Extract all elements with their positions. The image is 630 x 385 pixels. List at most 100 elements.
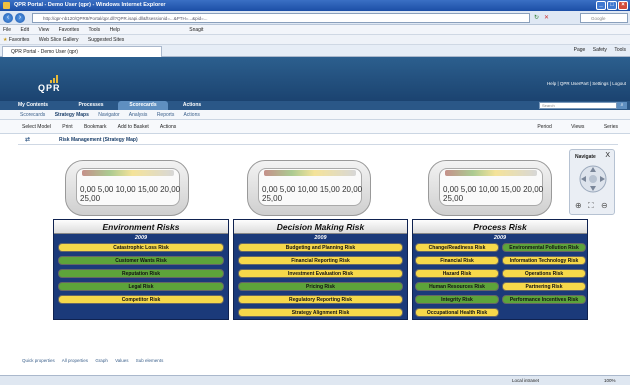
panel-year: 2009 <box>134 235 148 241</box>
window-titlebar: QPR Portal - Demo User (qpr) - Windows I… <box>0 0 630 11</box>
tab-values[interactable]: Values <box>115 358 128 363</box>
browser-tab-bar: QPR Portal - Demo User (qpr) Page Safety… <box>0 45 630 57</box>
back-button[interactable]: ‹ <box>3 13 13 23</box>
app-header: QPR Help | QPR UserPart | Settings | Log… <box>0 57 630 101</box>
risk-change-readiness[interactable]: Change/Readiness Risk <box>415 243 499 252</box>
risk-budgeting-planning[interactable]: Budgeting and Planning Risk <box>238 243 403 252</box>
favorites-bar: ★ Favorites Web Slice Gallery Suggested … <box>0 35 630 45</box>
refresh-icon[interactable]: ↻ <box>534 14 539 21</box>
risk-regulatory-reporting[interactable]: Regulatory Reporting Risk <box>238 295 403 304</box>
gauge-scale <box>82 170 174 176</box>
navigate-close-icon[interactable]: X <box>605 152 610 159</box>
menu-view[interactable]: View <box>38 27 49 33</box>
gauge-labels: 0,00 5,00 10,00 15,00 20,00 25,00 <box>443 185 544 203</box>
risk-information-technology[interactable]: Information Technology Risk <box>502 256 586 265</box>
search-input[interactable]: Google <box>580 13 628 23</box>
top-links[interactable]: Help | QPR UserPart | Settings | Logout <box>547 81 626 86</box>
tab-graph[interactable]: Graph <box>95 358 108 363</box>
subnav-actions[interactable]: Actions <box>183 112 199 118</box>
risk-legal[interactable]: Legal Risk <box>58 282 224 291</box>
navigate-title: Navigate <box>575 154 596 160</box>
favorites-button[interactable]: Favorites <box>9 37 30 43</box>
risk-hazard[interactable]: Hazard Risk <box>415 269 499 278</box>
menu-tools[interactable]: Tools <box>88 27 100 33</box>
app-search-icon[interactable]: ⌕ <box>617 102 627 109</box>
fit-icon[interactable]: ⛶ <box>588 201 594 211</box>
zoom-level[interactable]: 100% <box>604 378 616 383</box>
cmd-page[interactable]: Page <box>574 47 586 53</box>
tab-quick-properties[interactable]: Quick properties <box>22 358 55 363</box>
add-to-basket-button[interactable]: Add to Basket <box>118 124 149 130</box>
risk-pricing[interactable]: Pricing Risk <box>238 282 403 291</box>
pan-control-icon[interactable] <box>578 164 608 194</box>
risk-catastrophic-loss[interactable]: Catastrophic Loss Risk <box>58 243 224 252</box>
menu-help[interactable]: Help <box>110 27 120 33</box>
risk-reputation[interactable]: Reputation Risk <box>58 269 224 278</box>
logo-bars-icon <box>50 75 58 83</box>
main-nav: My Contents Processes Scorecards Actions… <box>0 101 630 110</box>
breadcrumb: ⇄ Risk Management (Strategy Map) <box>18 136 618 145</box>
menu-favorites[interactable]: Favorites <box>59 27 80 33</box>
gauge-decision: 0,00 5,00 10,00 15,00 20,00 25,00 <box>247 160 371 216</box>
panel-title: Decision Making Risk <box>234 220 407 234</box>
menu-bar: File Edit View Favorites Tools Help Snag… <box>0 25 630 35</box>
tab-processes[interactable]: Processes <box>66 101 116 110</box>
subnav-analysis[interactable]: Analysis <box>129 112 148 118</box>
subnav-reports[interactable]: Reports <box>157 112 175 118</box>
gauge-scale <box>264 170 356 176</box>
series-button[interactable]: Series <box>604 124 618 130</box>
snagit-button[interactable]: Snagit <box>189 27 203 33</box>
menu-file[interactable]: File <box>3 27 11 33</box>
subnav-scorecards[interactable]: Scorecards <box>20 112 45 118</box>
menu-edit[interactable]: Edit <box>20 27 29 33</box>
window-title: QPR Portal - Demo User (qpr) - Windows I… <box>14 2 166 8</box>
risk-competitor[interactable]: Competitor Risk <box>58 295 224 304</box>
tab-sub-elements[interactable]: Sub elements <box>136 358 164 363</box>
fav-suggested-sites[interactable]: Suggested Sites <box>88 37 124 43</box>
risk-customer-wants[interactable]: Customer Wants Risk <box>58 256 224 265</box>
stop-icon[interactable]: ✕ <box>544 14 549 21</box>
risk-integrity[interactable]: Integrity Risk <box>415 295 499 304</box>
risk-partnering[interactable]: Partnering Risk <box>502 282 586 291</box>
app-search-input[interactable]: Search <box>539 102 617 109</box>
navigate-panel: Navigate X ⊕ ⛶ ⊖ <box>569 149 615 215</box>
cmd-safety[interactable]: Safety <box>593 47 607 53</box>
page-title: Risk Management (Strategy Map) <box>59 137 138 143</box>
close-button[interactable]: × <box>618 1 628 10</box>
panel-year: 2009 <box>493 235 507 241</box>
switch-icon[interactable]: ⇄ <box>25 136 30 143</box>
risk-financial-reporting[interactable]: Financial Reporting Risk <box>238 256 403 265</box>
subnav-navigator[interactable]: Navigator <box>98 112 119 118</box>
tab-scorecards[interactable]: Scorecards <box>118 101 168 110</box>
url-input[interactable]: http://qpr-nb120/QPR8/Portal/qpr.dll?QPR… <box>32 13 530 23</box>
tab-my-contents[interactable]: My Contents <box>6 101 60 110</box>
risk-financial[interactable]: Financial Risk <box>415 256 499 265</box>
app-logo: QPR <box>38 83 61 93</box>
risk-performance-incentives[interactable]: Performance Incentives Risk <box>502 295 586 304</box>
select-model-button[interactable]: Select Model <box>22 124 51 130</box>
risk-operations[interactable]: Operations Risk <box>502 269 586 278</box>
tab-actions[interactable]: Actions <box>170 101 214 110</box>
risk-environmental-pollution[interactable]: Environmental Pollution Risk <box>502 243 586 252</box>
print-button[interactable]: Print <box>62 124 72 130</box>
risk-human-resources[interactable]: Human Resources Risk <box>415 282 499 291</box>
risk-investment-evaluation[interactable]: Investment Evaluation Risk <box>238 269 403 278</box>
views-button[interactable]: Views <box>571 124 584 130</box>
cmd-tools[interactable]: Tools <box>614 47 626 53</box>
minimize-button[interactable]: _ <box>596 1 606 10</box>
gauge-scale <box>445 170 537 176</box>
bookmark-button[interactable]: Bookmark <box>84 124 107 130</box>
maximize-button[interactable]: □ <box>607 1 617 10</box>
fav-web-slice[interactable]: Web Slice Gallery <box>39 37 79 43</box>
period-button[interactable]: Period <box>537 124 551 130</box>
status-bar: Local intranet 100% <box>0 375 630 385</box>
tab-all-properties[interactable]: All properties <box>62 358 88 363</box>
zoom-out-icon[interactable]: ⊖ <box>601 201 608 210</box>
risk-strategy-alignment[interactable]: Strategy Alignment Risk <box>238 308 403 317</box>
actions-button[interactable]: Actions <box>160 124 176 130</box>
browser-tab[interactable]: QPR Portal - Demo User (qpr) <box>2 46 162 57</box>
forward-button[interactable]: › <box>15 13 25 23</box>
subnav-strategy-maps[interactable]: Strategy Maps <box>55 112 89 118</box>
zoom-in-icon[interactable]: ⊕ <box>575 201 582 210</box>
risk-occupational-health[interactable]: Occupational Health Risk <box>415 308 499 317</box>
